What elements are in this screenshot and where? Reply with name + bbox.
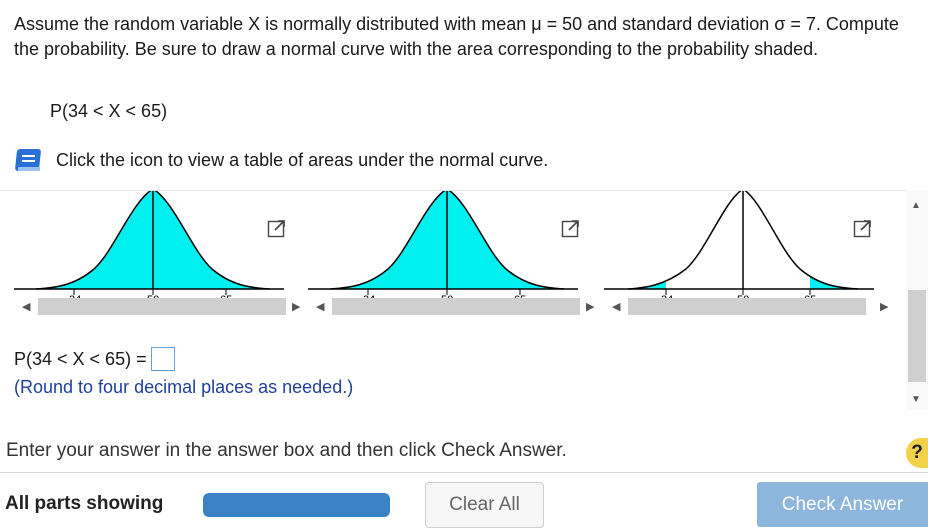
scroll-up-icon[interactable]: ▲ bbox=[911, 200, 921, 211]
answer-label: P(34 < X < 65) = bbox=[14, 348, 147, 369]
graph-1-scrollbar[interactable]: ◀ ▶ bbox=[14, 295, 306, 317]
answer-row: P(34 < X < 65) = bbox=[14, 347, 175, 371]
normal-table-link[interactable]: Click the icon to view a table of areas … bbox=[14, 147, 548, 173]
divider bbox=[0, 472, 928, 473]
progress-bar bbox=[203, 493, 390, 517]
parts-status: All parts showing bbox=[5, 493, 164, 514]
graph-option-3[interactable]: 34 50 65 ◀ ▶ bbox=[604, 191, 900, 327]
expand-icon[interactable] bbox=[560, 217, 582, 239]
scroll-right-icon[interactable]: ▶ bbox=[880, 300, 888, 313]
scroll-left-icon[interactable]: ◀ bbox=[316, 300, 324, 313]
normal-curve-tails-shaded: 34 50 65 bbox=[604, 191, 874, 301]
book-icon[interactable] bbox=[14, 147, 44, 173]
scroll-right-icon[interactable]: ▶ bbox=[586, 300, 594, 313]
scroll-left-icon[interactable]: ◀ bbox=[22, 300, 30, 313]
question-text: Assume the random variable X is normally… bbox=[14, 14, 899, 59]
rounding-hint: (Round to four decimal places as needed.… bbox=[14, 377, 354, 397]
normal-curve-left-shaded: 34 50 65 bbox=[308, 191, 578, 301]
scroll-down-icon[interactable]: ▼ bbox=[911, 394, 921, 405]
vertical-scrollbar[interactable]: ▲ ▼ bbox=[906, 190, 928, 410]
help-button[interactable]: ? bbox=[906, 438, 928, 468]
scroll-right-icon[interactable]: ▶ bbox=[292, 300, 300, 313]
probability-expression: P(34 < X < 65) bbox=[50, 101, 168, 121]
clear-all-button[interactable]: Clear All bbox=[425, 482, 544, 528]
graph-option-1[interactable]: 34 50 65 ◀ ▶ bbox=[14, 191, 306, 327]
graph-2-scrollbar[interactable]: ◀ ▶ bbox=[308, 295, 600, 317]
scroll-thumb[interactable] bbox=[908, 290, 926, 382]
instruction-text: Enter your answer in the answer box and … bbox=[6, 440, 567, 461]
normal-curve-between: 34 50 65 bbox=[14, 191, 284, 301]
expand-icon[interactable] bbox=[266, 217, 288, 239]
expand-icon[interactable] bbox=[852, 217, 874, 239]
graph-option-2[interactable]: 34 50 65 ◀ ▶ bbox=[308, 191, 600, 327]
normal-table-link-text[interactable]: Click the icon to view a table of areas … bbox=[56, 150, 548, 171]
scroll-left-icon[interactable]: ◀ bbox=[612, 300, 620, 313]
check-answer-button[interactable]: Check Answer bbox=[757, 482, 928, 527]
graph-3-scrollbar[interactable]: ◀ ▶ bbox=[604, 295, 900, 317]
answer-input[interactable] bbox=[150, 347, 175, 371]
graph-options: 34 50 65 ◀ ▶ 34 50 65 ◀ bbox=[0, 190, 906, 331]
